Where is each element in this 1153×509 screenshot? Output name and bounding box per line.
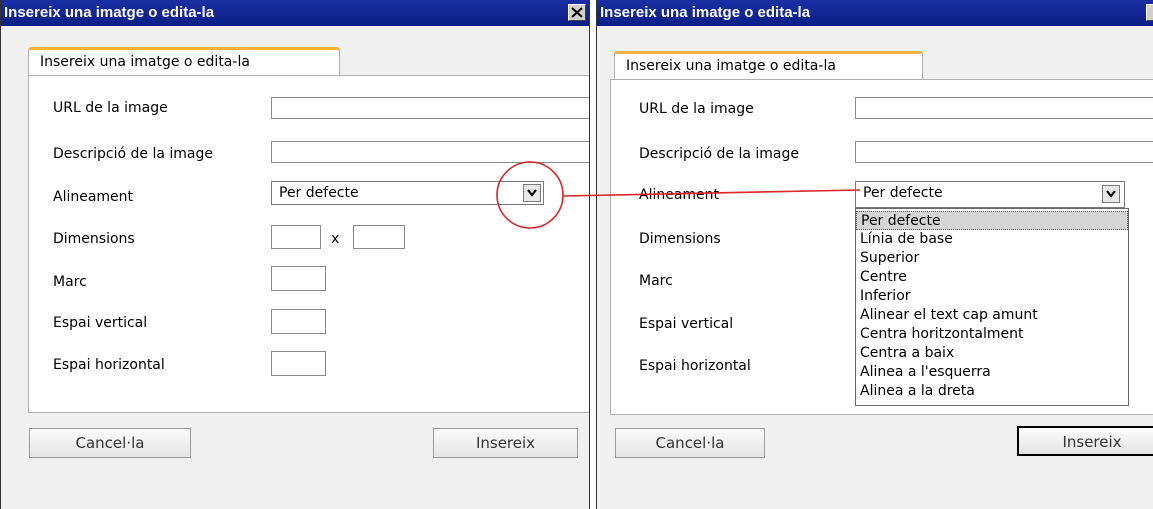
alignment-select[interactable]: Per defecte: [855, 181, 1125, 208]
url-label: URL de la image: [53, 100, 168, 116]
description-label: Descripció de la image: [639, 146, 799, 162]
dropdown-option[interactable]: Centre: [856, 268, 1128, 287]
tab-insert-image[interactable]: Insereix una imatge o edita-la: [614, 51, 923, 80]
description-input[interactable]: [271, 141, 589, 163]
alignment-select-value: Per defecte: [279, 185, 359, 201]
description-input[interactable]: [855, 141, 1153, 163]
chevron-down-icon[interactable]: [523, 184, 541, 202]
right-dialog: Insereix una imatge o edita-la Insereix …: [596, 0, 1153, 509]
dropdown-option[interactable]: Centra a baix: [856, 344, 1128, 363]
right-dialog-title: Insereix una imatge o edita-la: [597, 0, 1153, 26]
dimensions-label: Dimensions: [639, 231, 721, 247]
left-dialog: Insereix una imatge o edita-la Insereix …: [0, 0, 590, 509]
url-label: URL de la image: [639, 101, 754, 117]
dropdown-option[interactable]: Línia de base: [856, 230, 1128, 249]
height-input[interactable]: [353, 225, 405, 249]
vspace-label: Espai vertical: [639, 316, 734, 332]
hspace-input[interactable]: [271, 351, 326, 376]
dropdown-option[interactable]: Alinea a la dreta: [856, 382, 1128, 401]
cancel-button[interactable]: Cancel·la: [615, 428, 765, 458]
hspace-label: Espai horizontal: [53, 357, 165, 373]
dropdown-option[interactable]: Centra horitzontalment: [856, 325, 1128, 344]
alignment-select[interactable]: Per defecte: [271, 181, 544, 205]
close-icon[interactable]: [568, 4, 586, 21]
alignment-label: Alineament: [639, 187, 720, 203]
width-input[interactable]: [271, 225, 321, 249]
border-label: Marc: [639, 273, 673, 289]
cancel-button[interactable]: Cancel·la: [29, 428, 191, 458]
chevron-down-icon[interactable]: [1102, 185, 1120, 203]
insert-button[interactable]: Insereix: [433, 428, 578, 458]
vspace-label: Espai vertical: [53, 315, 148, 331]
left-dialog-title: Insereix una imatge o edita-la: [1, 0, 589, 26]
dropdown-option[interactable]: Alinea a l'esquerra: [856, 363, 1128, 382]
vspace-input[interactable]: [271, 309, 326, 334]
dropdown-option[interactable]: Superior: [856, 249, 1128, 268]
url-input[interactable]: [855, 97, 1153, 119]
url-input[interactable]: [271, 97, 589, 119]
border-input[interactable]: [271, 266, 326, 291]
dimensions-separator: x: [331, 231, 340, 247]
border-label: Marc: [53, 274, 87, 290]
tab-insert-image[interactable]: Insereix una imatge o edita-la: [28, 47, 340, 76]
dimensions-label: Dimensions: [53, 231, 135, 247]
dropdown-option[interactable]: Alinear el text cap amunt: [856, 306, 1128, 325]
alignment-select-value: Per defecte: [863, 185, 943, 201]
alignment-label: Alineament: [53, 189, 134, 205]
description-label: Descripció de la image: [53, 146, 213, 162]
insert-button[interactable]: Insereix: [1017, 426, 1153, 456]
dropdown-option[interactable]: Per defecte: [856, 211, 1128, 230]
alignment-dropdown-list: Per defecte Línia de base Superior Centr…: [855, 208, 1129, 406]
dropdown-option[interactable]: Inferior: [856, 287, 1128, 306]
close-icon[interactable]: [1146, 4, 1153, 21]
hspace-label: Espai horizontal: [639, 358, 751, 374]
